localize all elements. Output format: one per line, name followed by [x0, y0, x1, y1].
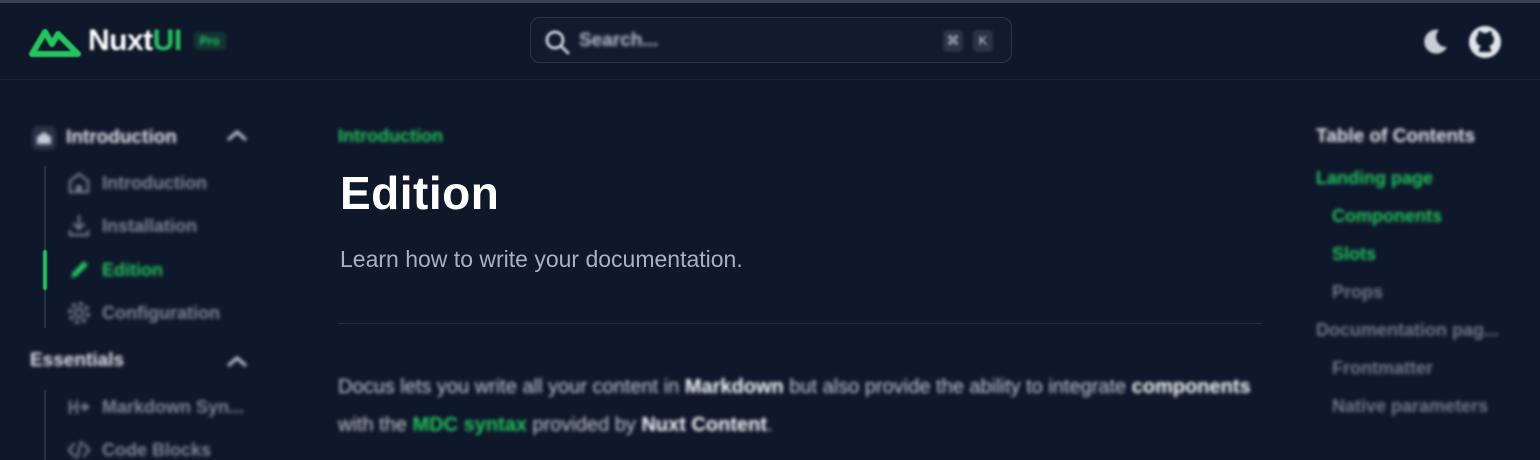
page-title: Edition: [340, 167, 500, 219]
sidebar-item-markdown-syntax[interactable]: Markdown Syn...: [66, 392, 244, 422]
toc-item-slots[interactable]: Slots: [1332, 244, 1376, 265]
breadcrumb[interactable]: Introduction: [338, 126, 443, 147]
chevron-up-icon[interactable]: [226, 354, 248, 368]
download-icon: [68, 214, 90, 237]
sidebar-item-code-blocks[interactable]: Code Blocks: [66, 435, 211, 460]
sidebar-item-installation[interactable]: Installation: [66, 211, 197, 241]
pro-badge: Pro: [193, 32, 226, 50]
intro-paragraph: Docus lets you write all your content in…: [338, 376, 1251, 436]
code-icon: [67, 440, 91, 460]
search-button[interactable]: Search... ⌘ K: [530, 17, 1012, 63]
pencil-icon: [71, 261, 88, 278]
bold-text: Markdown: [684, 376, 784, 398]
search-icon: [545, 30, 570, 55]
sidebar-item-configuration[interactable]: Configuration: [66, 298, 220, 328]
toc-title: Table of Contents: [1316, 126, 1476, 147]
nav-tree-line: [44, 166, 46, 328]
sidebar-item-label: Configuration: [102, 302, 220, 323]
logo-link[interactable]: NuxtUI Pro: [28, 23, 226, 59]
home-icon: [32, 126, 56, 150]
sidebar-section-title: Essentials: [30, 350, 124, 371]
main-content: Introduction Edition Learn how to write …: [338, 80, 1268, 460]
toc-item-documentation-page[interactable]: Documentation pag...: [1316, 320, 1499, 341]
page-description: Learn how to write your documentation.: [340, 246, 743, 272]
sidebar-section-introduction[interactable]: Introduction: [30, 124, 260, 152]
docs-page: NuxtUI Pro Search... ⌘ K Introduction In…: [0, 0, 1540, 460]
active-indicator: [43, 250, 47, 290]
mdc-syntax-link[interactable]: MDC syntax: [412, 414, 526, 436]
shortcut-key-meta: ⌘: [943, 30, 963, 52]
sidebar-item-label: Edition: [102, 259, 163, 280]
toc-item-props[interactable]: Props: [1332, 282, 1383, 303]
chevron-up-icon[interactable]: [226, 128, 248, 142]
sidebar-section-title: Introduction: [66, 127, 177, 148]
divider: [338, 323, 1262, 324]
nav-tree-line: [44, 390, 46, 460]
bold-text: components: [1131, 376, 1251, 398]
sidebar-item-label: Markdown Syn...: [102, 396, 245, 417]
sidebar: Introduction Introduction Installation E…: [0, 80, 290, 460]
moon-icon[interactable]: [1418, 25, 1452, 59]
sidebar-item-introduction[interactable]: Introduction: [66, 168, 207, 198]
home-icon: [68, 172, 90, 194]
sidebar-item-label: Introduction: [102, 172, 207, 193]
gear-icon: [68, 302, 90, 324]
toc-item-frontmatter[interactable]: Frontmatter: [1332, 358, 1433, 379]
sidebar-section-essentials[interactable]: Essentials: [30, 350, 260, 372]
bold-text: Nuxt Content: [641, 414, 768, 436]
search-placeholder: Search...: [579, 30, 659, 51]
heading-icon: [68, 399, 91, 415]
nuxt-logo-icon: [29, 29, 81, 57]
toc-item-landing-page[interactable]: Landing page: [1316, 168, 1433, 189]
top-header: NuxtUI Pro Search... ⌘ K: [0, 3, 1540, 80]
toc-item-components[interactable]: Components: [1332, 206, 1442, 227]
sidebar-item-label: Code Blocks: [102, 439, 212, 460]
logo-text: NuxtUI: [88, 24, 182, 57]
toc-item-native-parameters[interactable]: Native parameters: [1332, 396, 1488, 417]
shortcut-key-k: K: [973, 30, 993, 52]
sidebar-item-label: Installation: [102, 215, 198, 236]
github-icon[interactable]: [1468, 25, 1502, 59]
sidebar-item-edition[interactable]: Edition: [66, 255, 163, 285]
table-of-contents: Table of Contents Landing page Component…: [1316, 80, 1540, 460]
